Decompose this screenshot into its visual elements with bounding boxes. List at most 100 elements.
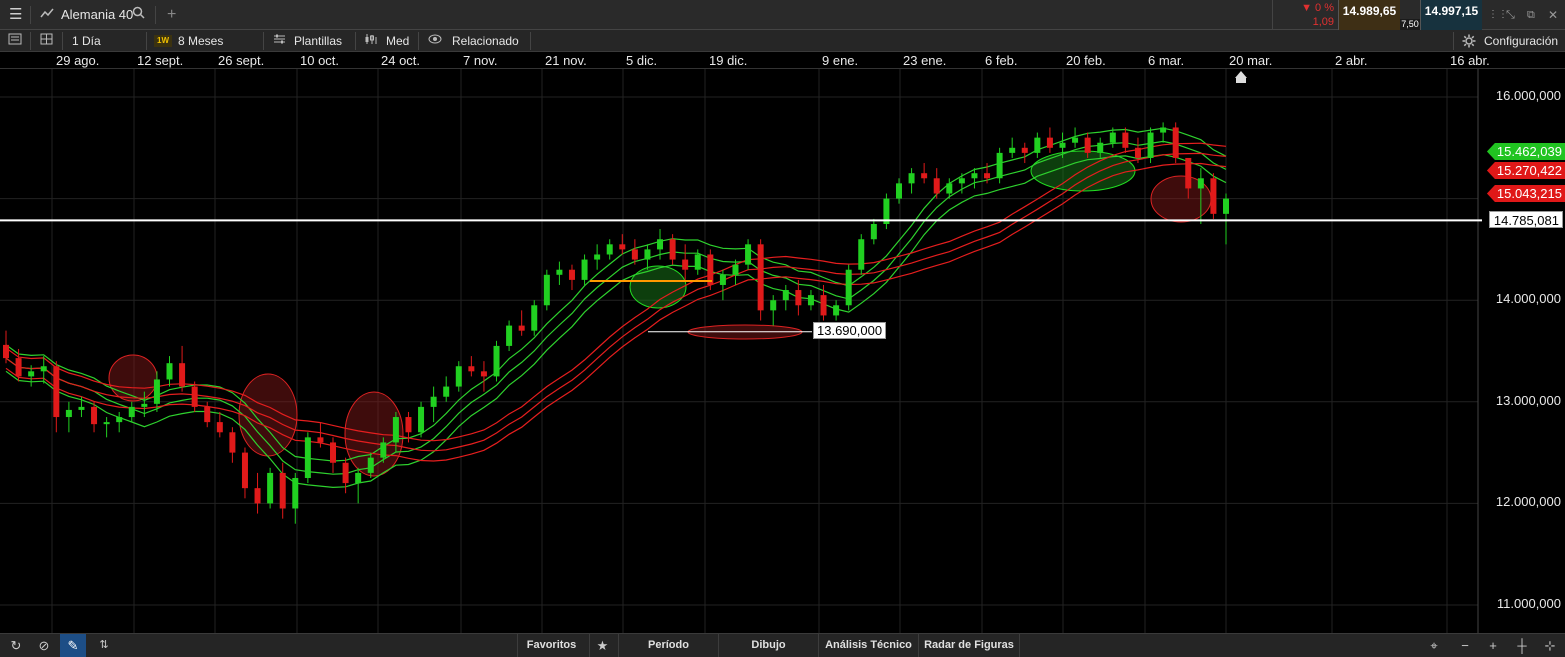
disable-icon[interactable]: ⊘ bbox=[31, 634, 57, 657]
zoom-in-icon[interactable]: + bbox=[1480, 634, 1506, 657]
candle-up bbox=[531, 305, 538, 331]
horizontal-lines bbox=[0, 219, 1482, 333]
pencil-icon[interactable]: ✎ bbox=[60, 634, 86, 657]
candle-up bbox=[732, 264, 739, 275]
candle-up bbox=[833, 305, 840, 316]
instrument-tab-label[interactable]: Alemania 40 bbox=[61, 4, 133, 26]
candle-down bbox=[1122, 132, 1129, 148]
candle-up bbox=[644, 249, 651, 260]
change-percent: ▼ 0 % bbox=[1301, 2, 1334, 14]
candle-up bbox=[430, 396, 437, 407]
related-button[interactable]: Relacionado bbox=[452, 30, 519, 52]
price-type-button[interactable]: Med bbox=[386, 30, 409, 52]
star-icon[interactable]: ★ bbox=[589, 634, 615, 657]
annotation-price-label[interactable]: 13.690,000 bbox=[813, 322, 887, 339]
layout-grid-icon[interactable] bbox=[40, 30, 53, 52]
price-chart[interactable]: 16.000,000 14.000,000 13.000,000 12.000,… bbox=[0, 69, 1565, 633]
period-menu[interactable]: Período bbox=[618, 634, 718, 657]
sort-icon[interactable]: ⇅ bbox=[91, 634, 117, 657]
candle-up bbox=[1147, 132, 1154, 158]
candlestick-chart[interactable] bbox=[0, 69, 1565, 633]
red-zone-ellipse bbox=[108, 354, 158, 402]
price-axis-label: 11.000,000 bbox=[1496, 596, 1561, 611]
sell-price-box[interactable]: 14.989,65 bbox=[1338, 0, 1400, 30]
candle-up bbox=[1223, 198, 1229, 214]
green-band-lower bbox=[5, 154, 1227, 489]
candle-down bbox=[204, 406, 211, 423]
candle-down bbox=[179, 363, 186, 387]
candle-up bbox=[719, 274, 726, 285]
date-label: 19 dic. bbox=[709, 53, 748, 68]
restore-icon[interactable]: ⤡ bbox=[1506, 4, 1515, 26]
candle-up bbox=[28, 371, 35, 377]
candle-down bbox=[669, 239, 676, 260]
date-label: 6 mar. bbox=[1148, 53, 1185, 68]
candle-up bbox=[1097, 142, 1104, 153]
date-label: 24 oct. bbox=[381, 53, 421, 68]
candle-down bbox=[518, 325, 525, 331]
favorites-button[interactable]: Favoritos bbox=[517, 634, 585, 657]
candle-down bbox=[1046, 137, 1053, 148]
range-badge: 1W bbox=[154, 35, 172, 47]
candle-down bbox=[795, 290, 802, 306]
pattern-radar-menu[interactable]: Radar de Figuras bbox=[918, 634, 1020, 657]
home-marker-icon[interactable] bbox=[1235, 71, 1247, 78]
candle-up bbox=[443, 386, 450, 397]
zoom-out-icon[interactable]: − bbox=[1452, 634, 1478, 657]
candle-up bbox=[267, 472, 274, 504]
candle-up bbox=[908, 173, 915, 184]
fit-icon[interactable]: ⊹ bbox=[1537, 634, 1563, 657]
candle-down bbox=[1185, 157, 1192, 189]
range-selector[interactable]: 8 Meses bbox=[178, 30, 223, 52]
price-axis-label: 12.000,000 bbox=[1495, 494, 1561, 509]
popout-icon[interactable]: ⧉ bbox=[1527, 4, 1535, 26]
bottom-toolbar: ↻ ⊘ ✎ ⇅ Favoritos ★ Período Dibujo Análi… bbox=[0, 633, 1565, 657]
candle-up bbox=[657, 239, 664, 250]
add-tab-button[interactable]: + bbox=[167, 4, 176, 26]
date-label: 5 dic. bbox=[626, 53, 658, 68]
candle-down bbox=[15, 358, 22, 377]
buy-price-box[interactable]: 14.997,15 bbox=[1420, 0, 1482, 30]
candle-up bbox=[1034, 137, 1041, 153]
candle-up bbox=[971, 173, 978, 179]
drawing-menu[interactable]: Dibujo bbox=[718, 634, 818, 657]
candle-down bbox=[757, 244, 764, 311]
candle-down bbox=[279, 472, 286, 509]
red-band-upper bbox=[5, 142, 1227, 442]
crosshair-icon[interactable]: ┼ bbox=[1509, 634, 1535, 657]
candle-up bbox=[996, 152, 1003, 179]
buy-price: 14.997,15 bbox=[1424, 4, 1479, 18]
date-label: 7 nov. bbox=[463, 53, 498, 68]
candle-up bbox=[807, 295, 814, 306]
candle-up bbox=[78, 406, 85, 410]
candle-down bbox=[468, 366, 475, 372]
candle-down bbox=[229, 432, 236, 453]
candle-down bbox=[921, 173, 928, 179]
price-tag-red: 15.043,215 bbox=[1486, 185, 1565, 202]
panel-toggle-icon[interactable] bbox=[8, 30, 22, 52]
candle-up bbox=[116, 417, 123, 423]
candle-up bbox=[745, 244, 752, 265]
hamburger-menu-icon[interactable]: ☰ bbox=[9, 4, 22, 26]
close-icon[interactable]: ✕ bbox=[1548, 4, 1558, 26]
date-label: 9 ene. bbox=[822, 53, 859, 68]
candles-icon bbox=[364, 30, 378, 52]
date-label: 29 ago. bbox=[56, 53, 100, 68]
crosshair-add-icon[interactable]: ⌖ bbox=[1421, 634, 1447, 657]
technical-analysis-menu[interactable]: Análisis Técnico bbox=[818, 634, 918, 657]
date-label: 20 mar. bbox=[1229, 53, 1273, 68]
settings-button[interactable]: Configuración bbox=[1484, 30, 1558, 52]
period-selector[interactable]: 1 Día bbox=[72, 30, 101, 52]
search-icon[interactable] bbox=[132, 4, 145, 26]
templates-button[interactable]: Plantillas bbox=[294, 30, 342, 52]
candle-down bbox=[191, 386, 198, 407]
price-axis-label: 14.000,000 bbox=[1495, 291, 1561, 306]
minimize-icon[interactable]: ⋮⋮ bbox=[1488, 4, 1508, 26]
trading-app: ☰ Alemania 40 + ▼ 0 % 1,09 14.989,65 7,5… bbox=[0, 0, 1565, 657]
green-zone-ellipse bbox=[629, 265, 687, 309]
candle-down bbox=[682, 259, 689, 270]
candle-up bbox=[153, 379, 160, 404]
refresh-icon[interactable]: ↻ bbox=[3, 634, 29, 657]
candle-up bbox=[1109, 132, 1116, 143]
candle-up bbox=[355, 472, 362, 484]
